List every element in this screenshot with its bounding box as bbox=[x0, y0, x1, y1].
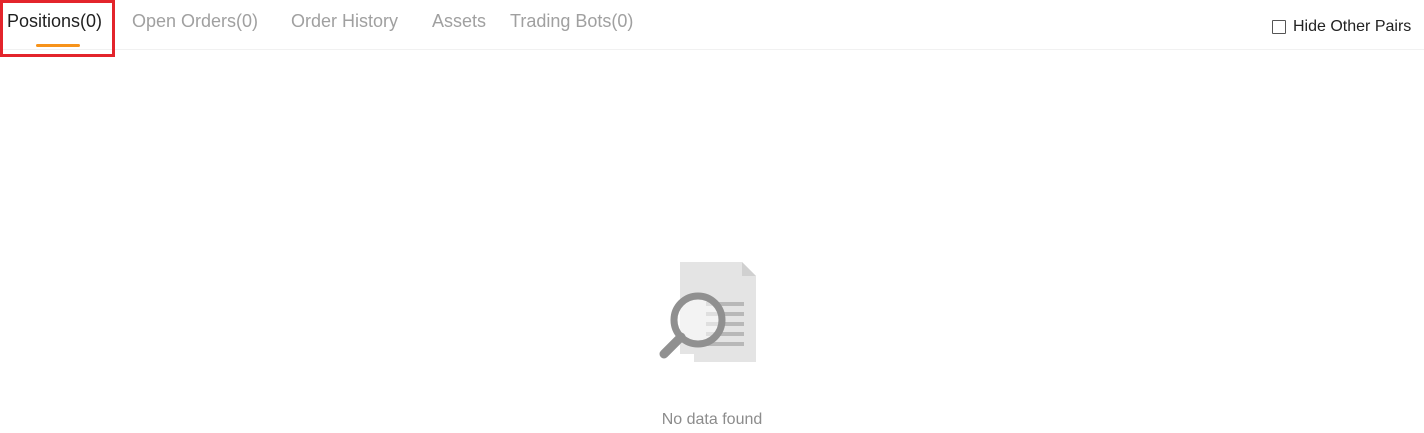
order-tabs-bar: Positions(0) Open Orders(0) Order Histor… bbox=[0, 0, 1424, 50]
tab-positions[interactable]: Positions(0) bbox=[7, 8, 102, 34]
hide-other-pairs-checkbox[interactable] bbox=[1272, 20, 1286, 34]
tab-open-orders[interactable]: Open Orders(0) bbox=[132, 8, 258, 34]
tab-assets[interactable]: Assets bbox=[432, 8, 486, 34]
tab-order-history[interactable]: Order History bbox=[291, 8, 398, 34]
hide-other-pairs-label: Hide Other Pairs bbox=[1293, 18, 1412, 35]
document-search-icon bbox=[656, 258, 760, 362]
tab-trading-bots[interactable]: Trading Bots(0) bbox=[510, 8, 633, 34]
active-tab-indicator bbox=[36, 44, 80, 47]
hide-other-pairs-toggle[interactable]: Hide Other Pairs bbox=[1272, 17, 1411, 37]
empty-state-message: No data found bbox=[661, 411, 763, 428]
